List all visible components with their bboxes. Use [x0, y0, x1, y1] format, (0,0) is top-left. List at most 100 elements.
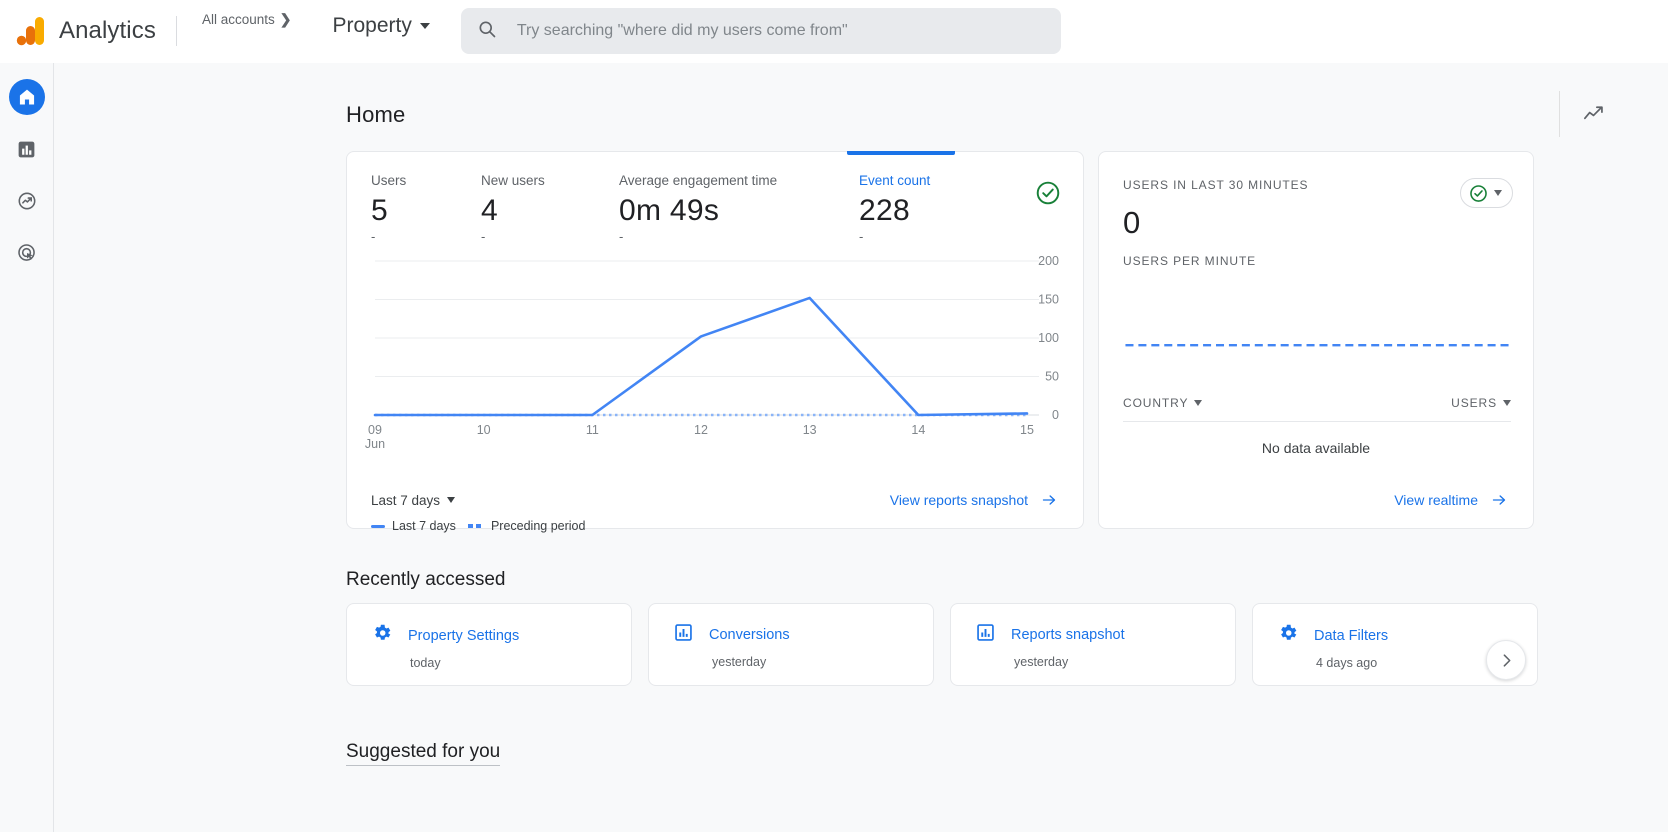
overview-card: Users 5 - New users 4 - Average engageme… — [346, 151, 1085, 533]
svg-text:13: 13 — [803, 423, 817, 437]
check-circle-icon — [1470, 184, 1487, 202]
svg-text:100: 100 — [1038, 331, 1059, 345]
gear-icon — [1277, 622, 1299, 649]
metric-delta: - — [481, 229, 486, 244]
users-per-minute-sparkline — [1123, 282, 1511, 362]
home-icon — [19, 89, 34, 105]
recent-card-name: Data Filters — [1314, 627, 1389, 644]
recently-accessed-title: Recently accessed — [346, 569, 506, 590]
svg-text:200: 200 — [1038, 254, 1059, 268]
brand-title: Analytics — [59, 17, 156, 44]
overview-card-footer: Last 7 days View reports snapshot — [347, 472, 1083, 528]
recent-card-timestamp: yesterday — [712, 655, 767, 669]
recent-card-property-settings[interactable]: Property Settings today — [346, 603, 632, 686]
column-users-label: USERS — [1451, 396, 1497, 410]
chevron-down-icon — [1503, 400, 1511, 406]
explore-trend-icon — [18, 192, 35, 210]
chevron-right-icon: ❯ — [279, 11, 292, 27]
recent-card-timestamp: today — [410, 656, 441, 670]
column-country-label: COUNTRY — [1123, 396, 1189, 410]
recent-card-timestamp: 4 days ago — [1316, 656, 1378, 670]
advertising-target-icon — [17, 244, 35, 261]
data-quality-badge[interactable] — [1035, 180, 1061, 211]
realtime-empty-state: No data available — [1261, 440, 1371, 456]
users-last-30-minutes-value: 0 — [1123, 205, 1141, 240]
header-divider — [175, 16, 177, 46]
page-title: Home — [346, 102, 406, 127]
view-reports-snapshot-label: View reports snapshot — [889, 492, 1028, 508]
arrow-right-icon — [1042, 495, 1056, 505]
metric-label: Average engagement time — [619, 173, 778, 188]
svg-text:150: 150 — [1038, 293, 1059, 307]
svg-text:12: 12 — [694, 423, 708, 437]
users-per-minute-label: USERS PER MINUTE — [1123, 254, 1257, 268]
metric-value: 4 — [481, 194, 498, 227]
metric-value: 0m 49s — [619, 194, 720, 227]
recent-card-name: Conversions — [709, 627, 790, 643]
metric-delta: - — [619, 229, 624, 244]
metric-label: Users — [371, 173, 407, 188]
metric-value: 228 — [859, 194, 910, 227]
search-input[interactable] — [514, 21, 1045, 41]
bar-chart-icon — [673, 622, 694, 648]
chevron-down-icon — [419, 23, 430, 29]
search-bar[interactable] — [460, 8, 1061, 54]
sidebar-item-advertising[interactable] — [9, 235, 45, 271]
date-range-label: Last 7 days — [371, 492, 441, 508]
all-accounts-link[interactable]: All accounts ❯ — [202, 11, 292, 28]
date-range-selector[interactable]: Last 7 days — [371, 492, 456, 508]
realtime-card-footer: View realtime — [1099, 472, 1533, 528]
metric-new-users[interactable]: New users 4 - — [481, 173, 545, 244]
left-navigation-rail — [0, 63, 54, 832]
suggested-for-you-title: Suggested for you — [346, 741, 501, 766]
sidebar-item-explore[interactable] — [9, 183, 45, 219]
users-last-30-minutes-label: USERS IN LAST 30 MINUTES — [1123, 178, 1309, 192]
metric-label: Event count — [859, 173, 931, 188]
metric-label: New users — [481, 173, 545, 188]
column-users[interactable]: USERS — [1451, 396, 1511, 410]
search-icon — [477, 19, 497, 44]
property-selector[interactable]: Property — [332, 14, 430, 38]
bar-chart-icon — [18, 141, 35, 157]
realtime-quality-dropdown[interactable] — [1460, 178, 1513, 208]
column-country[interactable]: COUNTRY — [1123, 396, 1203, 410]
recent-card-conversions[interactable]: Conversions yesterday — [648, 603, 934, 686]
metric-delta: - — [371, 229, 376, 244]
metric-value: 5 — [371, 194, 388, 227]
arrow-right-icon — [1492, 495, 1506, 505]
svg-text:Jun: Jun — [365, 437, 385, 451]
view-realtime-label: View realtime — [1394, 492, 1478, 508]
main-content: Home Users 5 - New users 4 - Average eng… — [54, 63, 1668, 832]
metric-average-engagement-time[interactable]: Average engagement time 0m 49s - — [619, 173, 777, 244]
selected-metric-underline — [847, 151, 955, 155]
chevron-right-icon — [1503, 653, 1510, 667]
top-bar: Analytics All accounts ❯ Property — [0, 0, 1668, 63]
check-circle-icon — [1036, 181, 1060, 205]
sparkline-svg — [1125, 344, 1509, 347]
all-accounts-label: All accounts — [201, 12, 275, 27]
svg-text:50: 50 — [1045, 370, 1059, 384]
insights-button[interactable] — [1559, 91, 1605, 137]
metric-users[interactable]: Users 5 - — [371, 173, 406, 244]
sidebar-item-reports[interactable] — [9, 131, 45, 167]
svg-text:11: 11 — [586, 423, 599, 437]
metric-delta: - — [859, 229, 864, 244]
sidebar-item-home[interactable] — [8, 79, 45, 115]
view-realtime-link[interactable]: View realtime — [1394, 492, 1509, 508]
realtime-table-header: COUNTRY USERS — [1123, 396, 1511, 422]
line-chart-svg: 0 50 100 150 200 09 10 11 12 13 14 15 Jun — [365, 254, 1059, 451]
chevron-down-icon — [1494, 190, 1502, 196]
insights-trend-icon — [1584, 106, 1603, 120]
recent-card-reports-snapshot[interactable]: Reports snapshot yesterday — [950, 603, 1236, 686]
svg-text:10: 10 — [477, 423, 491, 437]
recently-accessed-list: Property Settings today Conversions yest… — [346, 603, 1538, 686]
realtime-card: USERS IN LAST 30 MINUTES 0 USERS PER MIN… — [1098, 151, 1534, 529]
recently-accessed-next-button[interactable] — [1486, 640, 1526, 680]
recent-card-name: Property Settings — [408, 627, 520, 644]
svg-text:14: 14 — [911, 423, 925, 437]
recent-card-timestamp: yesterday — [1014, 655, 1069, 669]
metric-event-count[interactable]: Event count 228 - — [859, 173, 930, 244]
event-count-chart: 0 50 100 150 200 09 10 11 12 13 14 15 Jun — [347, 253, 1085, 463]
gear-icon — [371, 622, 393, 649]
view-reports-snapshot-link[interactable]: View reports snapshot — [890, 492, 1059, 508]
